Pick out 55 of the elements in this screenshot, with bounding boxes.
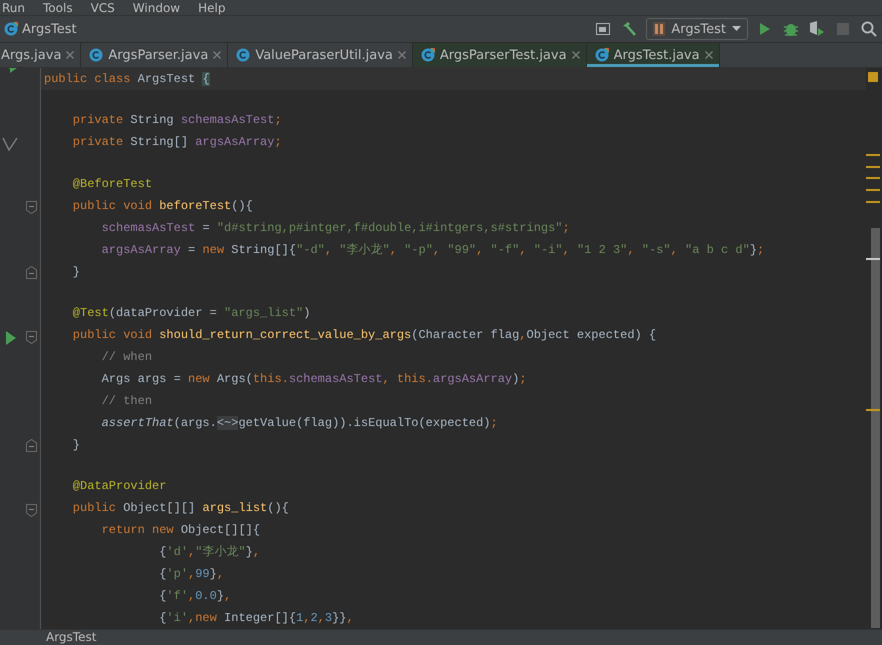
- close-icon[interactable]: [398, 51, 406, 59]
- layout-icon[interactable]: [594, 20, 612, 38]
- testng-icon: [653, 22, 666, 36]
- breadcrumb-title[interactable]: ArgsTest: [22, 22, 594, 36]
- code-line: // when: [100, 348, 154, 366]
- code-line: argsAsArray = new String[]{"-d", "李小龙", "-p", "99", "-f", "-i", "1 2 3", "-s", "a b c d"};: [100, 242, 766, 258]
- code-line: {'i',new Integer[]{1,2,3}},: [158, 610, 355, 627]
- menu-item[interactable]: Tools: [43, 0, 73, 14]
- tab-label: ArgsParserTest.java: [440, 48, 567, 62]
- menu-item[interactable]: Run: [2, 0, 26, 14]
- code-line: public void should_return_correct_value_by_args(Character flag,Object expected) {: [72, 326, 658, 344]
- code-line: private String schemasAsTest;: [72, 112, 283, 130]
- code-line: public void beforeTest(){: [72, 198, 254, 214]
- code-line: return new Object[][]{: [100, 522, 262, 539]
- code-line: }: [72, 436, 82, 454]
- tab-label: ArgsTest.java: [614, 48, 700, 62]
- code-line: @Test(dataProvider = "args_list"): [72, 304, 312, 322]
- run-icon[interactable]: [6, 330, 16, 345]
- test-class-icon: [4, 22, 18, 36]
- code-line: private String[] argsAsArray;: [72, 134, 283, 152]
- fold-icon[interactable]: [26, 504, 37, 517]
- code-line: // then: [100, 392, 154, 410]
- close-icon[interactable]: [66, 51, 74, 59]
- tab-label: ValueParaserUtil.java: [255, 48, 393, 62]
- code-line: @DataProvider: [72, 478, 168, 495]
- code-line: assertThat(args.<~>getValue(flag)).isEqualTo(expected);: [100, 414, 499, 432]
- fold-icon[interactable]: [26, 438, 37, 452]
- code-line: @BeforeTest: [72, 176, 154, 192]
- code-line: }: [72, 264, 82, 280]
- shield-run-icon[interactable]: [808, 20, 826, 38]
- editor-tab[interactable]: ArgsTest.java: [586, 43, 720, 67]
- code-line: {'d',"李小龙"},: [158, 544, 262, 561]
- menu-item[interactable]: Window: [132, 0, 180, 14]
- fold-icon[interactable]: [26, 266, 37, 280]
- search-icon[interactable]: [860, 20, 878, 38]
- menu-item[interactable]: VCS: [90, 0, 115, 14]
- code-line: schemasAsTest = "d#string,p#intger,f#double,i#intgers,s#strings";: [100, 220, 571, 236]
- code-line: {'p',99},: [158, 566, 226, 583]
- tab-label: ArgsParser.java: [108, 48, 208, 62]
- code-line: {'f',0.0},: [158, 588, 232, 605]
- editor-tab[interactable]: Args.java: [0, 43, 82, 67]
- fold-icon[interactable]: [26, 330, 37, 344]
- run-config-dropdown[interactable]: ArgsTest: [646, 18, 748, 40]
- check-icon: [2, 136, 18, 151]
- fold-icon[interactable]: [26, 201, 37, 214]
- close-icon[interactable]: [572, 51, 580, 59]
- close-icon[interactable]: [704, 51, 713, 59]
- caret-icon: [732, 26, 741, 32]
- tab-label: Args.java: [1, 48, 62, 62]
- editor-tab[interactable]: ArgsParserTest.java: [412, 43, 587, 67]
- code-line: public Object[][] args_list(){: [72, 500, 290, 517]
- code-line: Args args = new Args(this.schemasAsTest, this.argsAsArray);: [100, 370, 528, 388]
- status-text: ArgsTest: [46, 630, 96, 644]
- menu-item[interactable]: Help: [198, 0, 226, 14]
- close-icon[interactable]: [213, 51, 222, 59]
